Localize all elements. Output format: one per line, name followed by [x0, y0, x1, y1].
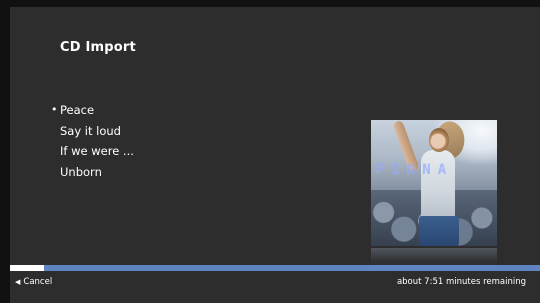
track-name: Peace — [60, 103, 95, 117]
cd-import-screen: CD Import • Peace • Say it loud • If we … — [10, 7, 540, 303]
triangle-left-icon: ◀ — [15, 278, 21, 286]
cancel-button[interactable]: ◀ Cancel — [15, 277, 52, 287]
time-remaining-text: about 7:51 minutes remaining — [396, 277, 526, 287]
track-name: Say it loud — [60, 123, 121, 138]
import-progress-fill — [10, 265, 45, 271]
track-list: • Peace • Say it loud • If we were ... •… — [51, 100, 134, 183]
track-item[interactable]: • Say it loud — [60, 121, 134, 142]
track-item[interactable]: • If we were ... — [60, 141, 134, 162]
page-title: CD Import — [60, 40, 136, 55]
track-item[interactable]: • Unborn — [60, 162, 134, 183]
track-name: If we were ... — [60, 144, 134, 158]
track-name: Unborn — [60, 164, 102, 179]
cover-figure-jeans — [419, 216, 459, 246]
cover-figure-body — [421, 150, 455, 220]
cover-figure-head — [429, 128, 449, 152]
track-item[interactable]: • Peace — [51, 100, 134, 121]
current-track-bullet-icon: • — [51, 103, 58, 116]
cancel-label: Cancel — [23, 277, 53, 287]
import-progress-bar — [10, 265, 540, 271]
album-cover: FINNA — [371, 120, 497, 246]
cover-artist-text: FINNA — [376, 162, 454, 178]
